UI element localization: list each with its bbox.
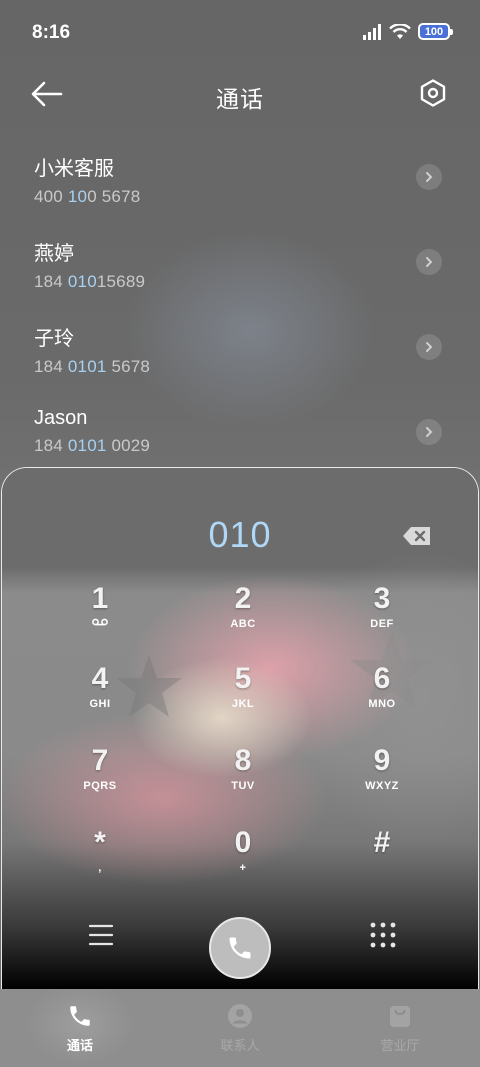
contact-number: 184 0101 0029 [34,436,151,455]
dial-key-1[interactable]: 1 [40,582,160,630]
tab-label: 营业厅 [380,1038,420,1053]
phone-icon [229,937,251,959]
contact-number: 400 100 5678 [34,187,141,206]
chevron-right-icon[interactable] [416,334,442,360]
contact-name: Jason [34,407,88,429]
dial-pad-panel: 010 1 2 ABC 3 DEF 4 GHI 5 JKL 6 MNO 7 PQ… [1,467,479,989]
status-icons: 100 [362,23,453,40]
contact-name: 燕婷 [34,243,74,265]
call-button[interactable] [209,917,271,979]
tab-service-hall[interactable]: 营业厅 [320,989,480,1067]
status-time: 8:16 [32,22,71,43]
person-icon [228,1004,252,1028]
chevron-right-icon[interactable] [416,419,442,445]
phone-icon [70,1006,90,1026]
status-bar: 8:16 100 [0,0,480,66]
dial-key-9[interactable]: 9 WXYZ [322,744,442,792]
dial-key-8[interactable]: 8 TUV [183,744,303,792]
contact-row[interactable]: 子玲 184 0101 5678 [0,310,480,395]
dial-key-2[interactable]: 2 ABC [183,582,303,630]
shopping-bag-icon [390,1006,410,1027]
battery-icon: 100 [418,23,453,40]
contact-number: 184 01015689 [34,272,146,291]
bottom-navigation: 通话 联系人 营业厅 [0,989,480,1067]
dial-key-star[interactable]: * , [40,826,160,874]
contact-name: 子玲 [34,328,74,350]
voicemail-icon [40,618,160,630]
signal-icon [363,23,381,40]
app-header: 通话 [0,66,480,122]
gear-icon[interactable] [418,78,448,108]
tab-label: 联系人 [220,1038,260,1053]
tab-contacts[interactable]: 联系人 [160,989,320,1067]
dial-key-0[interactable]: 0 + [183,826,303,874]
dial-key-4[interactable]: 4 GHI [40,662,160,710]
backspace-icon[interactable] [402,526,432,546]
contact-name: 小米客服 [34,158,114,180]
dial-key-6[interactable]: 6 MNO [322,662,442,710]
wifi-icon [389,23,411,39]
battery-level: 100 [424,25,444,38]
menu-icon[interactable] [88,923,114,947]
contact-row[interactable]: 燕婷 184 01015689 [0,225,480,310]
chevron-right-icon[interactable] [416,164,442,190]
dial-key-7[interactable]: 7 PQRS [40,744,160,792]
contact-number: 184 0101 5678 [34,357,151,376]
dial-key-hash[interactable]: # [322,826,442,862]
tab-label: 通话 [66,1038,93,1053]
contact-suggestions: 小米客服 400 100 5678 燕婷 184 01015689 子玲 184… [0,140,480,480]
dial-key-5[interactable]: 5 JKL [183,662,303,710]
dialpad-grid-icon[interactable] [370,922,396,948]
chevron-right-icon[interactable] [416,249,442,275]
tab-calls[interactable]: 通话 [0,989,160,1067]
contact-row[interactable]: 小米客服 400 100 5678 [0,140,480,225]
page-title: 通话 [216,86,264,112]
dial-key-3[interactable]: 3 DEF [322,582,442,630]
